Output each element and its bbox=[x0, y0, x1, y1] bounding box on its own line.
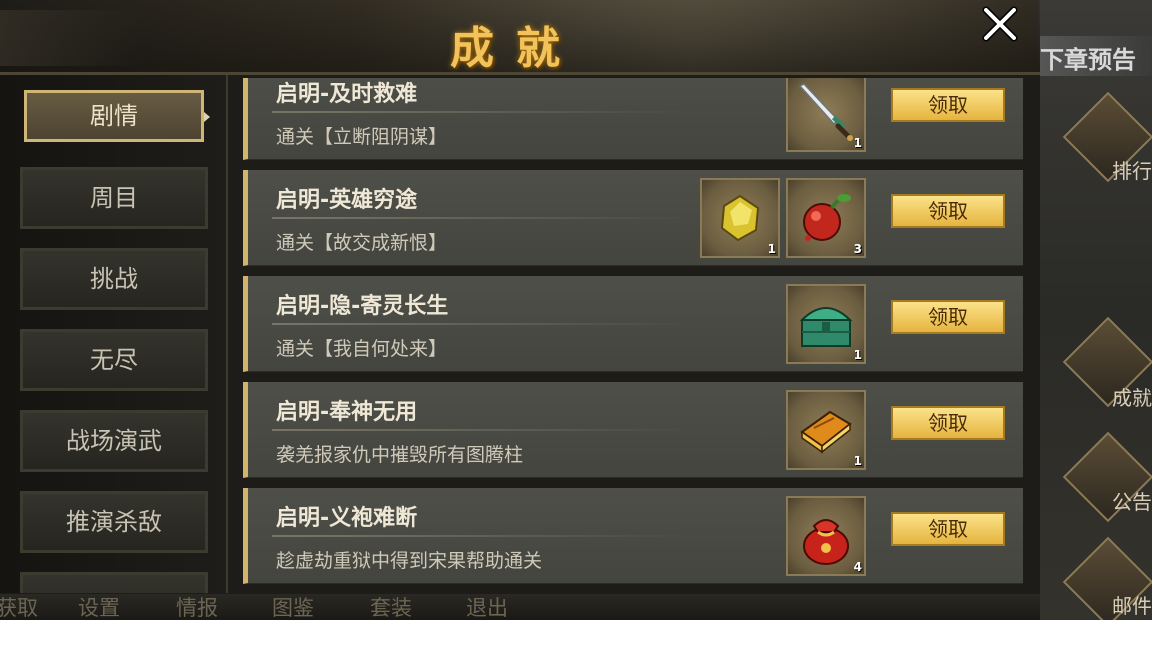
achievement-desc: 通关【我自何处来】 bbox=[276, 338, 448, 360]
achievement-title: 启明-及时救难 bbox=[276, 82, 418, 107]
achievement-row: 启明-英雄穷途 通关【故交成新恨】 1 3 领取 bbox=[243, 170, 1023, 266]
row-divider bbox=[272, 217, 692, 219]
top-left-decoration bbox=[0, 10, 140, 66]
close-button[interactable] bbox=[978, 2, 1022, 46]
row-divider bbox=[272, 323, 692, 325]
background-bottom-nav bbox=[0, 592, 1040, 620]
bottom-nav-sets[interactable]: 套装 bbox=[370, 592, 412, 620]
claim-button[interactable]: 领取 bbox=[891, 88, 1005, 122]
row-divider bbox=[272, 429, 692, 431]
jade-chest-icon bbox=[799, 307, 853, 347]
book-icon bbox=[800, 410, 852, 454]
sword-icon bbox=[798, 83, 853, 141]
tab-battlefield-drill[interactable]: 战场演武 bbox=[20, 410, 208, 472]
reward-count: 4 bbox=[853, 560, 862, 574]
achievement-row: 启明-及时救难 通关【立断阻阴谋】 1 领取 bbox=[243, 78, 1023, 160]
game-screen: 下章预告 排行 成就 公告 邮件 获取 设置 情报 图鉴 套装 退出 成就 剧情… bbox=[0, 0, 1152, 620]
mail-label: 邮件 bbox=[1112, 594, 1152, 618]
red-pouch-icon bbox=[803, 519, 849, 565]
category-sidebar: 剧情 周目 挑战 无尽 战场演武 推演杀敌 bbox=[0, 75, 228, 593]
reward-item[interactable]: 4 bbox=[786, 496, 866, 576]
claim-button[interactable]: 领取 bbox=[891, 512, 1005, 546]
notice-label: 公告 bbox=[1112, 490, 1152, 514]
reward-item[interactable]: 1 bbox=[700, 178, 780, 258]
achievement-title: 启明-英雄穷途 bbox=[276, 188, 418, 213]
achievement-desc: 通关【立断阻阴谋】 bbox=[276, 126, 448, 148]
tab-rounds[interactable]: 周目 bbox=[20, 167, 208, 229]
bottom-nav-settings[interactable]: 设置 bbox=[78, 592, 120, 620]
achievement-list[interactable]: 启明-及时救难 通关【立断阻阴谋】 1 领取 启明-英雄穷途 通关【故交成新恨】 bbox=[243, 78, 1023, 590]
achievement-row: 启明-隐-寄灵长生 通关【我自何处来】 1 领取 bbox=[243, 276, 1023, 372]
achievement-row: 启明-义袍难断 趁虚劫重狱中得到宋果帮助通关 4 领取 bbox=[243, 488, 1023, 584]
achievement-title: 启明-隐-寄灵长生 bbox=[276, 294, 449, 319]
reward-item[interactable]: 1 bbox=[786, 390, 866, 470]
achievement-desc: 袭羌报家仇中摧毁所有图腾柱 bbox=[276, 444, 524, 466]
reward-count: 1 bbox=[853, 136, 862, 150]
tab-simulation-kills[interactable]: 推演杀敌 bbox=[20, 491, 208, 553]
achievement-title: 启明-义袍难断 bbox=[276, 506, 418, 531]
achievement-desc: 趁虚劫重狱中得到宋果帮助通关 bbox=[276, 550, 543, 572]
reward-count: 1 bbox=[853, 348, 862, 362]
red-fruit-icon bbox=[803, 192, 851, 241]
row-divider bbox=[272, 535, 692, 537]
bottom-nav-exit[interactable]: 退出 bbox=[466, 592, 508, 620]
achievement-desc: 通关【故交成新恨】 bbox=[276, 232, 448, 254]
tab-more[interactable] bbox=[20, 572, 208, 593]
active-tab-indicator bbox=[204, 112, 210, 122]
bottom-nav-intel[interactable]: 情报 bbox=[176, 592, 218, 620]
bottom-nav-codex[interactable]: 图鉴 bbox=[272, 592, 314, 620]
claim-button[interactable]: 领取 bbox=[891, 194, 1005, 228]
tab-story[interactable]: 剧情 bbox=[24, 90, 204, 142]
achievement-title: 启明-奉神无用 bbox=[276, 400, 418, 425]
next-chapter-preview-button[interactable]: 下章预告 bbox=[1040, 36, 1152, 76]
background-side-menu bbox=[1038, 0, 1152, 620]
reward-count: 1 bbox=[767, 242, 776, 256]
achievement-row: 启明-奉神无用 袭羌报家仇中摧毁所有图腾柱 1 领取 bbox=[243, 382, 1023, 478]
reward-item[interactable]: 1 bbox=[786, 284, 866, 364]
reward-count: 3 bbox=[853, 242, 862, 256]
bottom-margin bbox=[0, 620, 1152, 647]
reward-count: 1 bbox=[853, 454, 862, 468]
ranking-label: 排行 bbox=[1112, 159, 1152, 183]
claim-button[interactable]: 领取 bbox=[891, 300, 1005, 334]
reward-item[interactable]: 3 bbox=[786, 178, 866, 258]
reward-item[interactable]: 1 bbox=[786, 78, 866, 152]
close-icon bbox=[982, 6, 1018, 42]
title-bar: 成就 bbox=[0, 0, 1040, 76]
panel-title: 成就 bbox=[450, 23, 582, 74]
bottom-nav-get[interactable]: 获取 bbox=[0, 592, 38, 620]
tab-challenge[interactable]: 挑战 bbox=[20, 248, 208, 310]
gold-ore-icon bbox=[720, 194, 760, 242]
achievement-side-label: 成就 bbox=[1112, 386, 1152, 410]
claim-button[interactable]: 领取 bbox=[891, 406, 1005, 440]
tab-endless[interactable]: 无尽 bbox=[20, 329, 208, 391]
row-divider bbox=[272, 111, 692, 113]
